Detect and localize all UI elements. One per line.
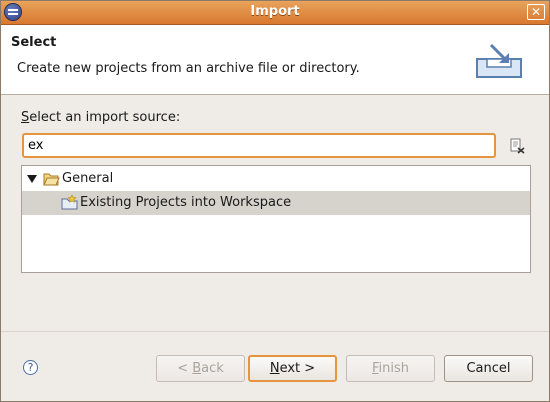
close-button[interactable]: ✕ bbox=[527, 4, 545, 20]
tree-item-label: Existing Projects into Workspace bbox=[80, 195, 292, 210]
footer-separator bbox=[1, 331, 549, 332]
clear-filter-icon[interactable] bbox=[509, 138, 525, 154]
tree-item-existing-projects[interactable]: Existing Projects into Workspace bbox=[22, 191, 530, 215]
folder-open-icon bbox=[43, 173, 60, 186]
import-source-tree[interactable]: General Existing Projects into Workspace bbox=[21, 165, 531, 273]
tree-item-label: General bbox=[62, 171, 114, 186]
page-description: Create new projects from an archive file… bbox=[17, 61, 360, 76]
next-button[interactable]: Next > bbox=[248, 355, 337, 382]
label-text: elect an import source: bbox=[29, 110, 181, 125]
cancel-button[interactable]: Cancel bbox=[444, 355, 533, 382]
finish-button[interactable]: Finish bbox=[346, 355, 435, 382]
import-wizard-icon bbox=[476, 43, 522, 78]
back-button[interactable]: < Back bbox=[156, 355, 245, 382]
filter-input[interactable] bbox=[22, 133, 496, 158]
collapse-toggle-icon[interactable] bbox=[27, 175, 37, 183]
help-icon[interactable]: ? bbox=[23, 360, 38, 375]
window-title: Import bbox=[250, 4, 300, 19]
wizard-header: Select Create new projects from an archi… bbox=[1, 25, 549, 95]
project-icon bbox=[61, 195, 78, 210]
tree-item-general[interactable]: General bbox=[22, 167, 530, 191]
page-title: Select bbox=[11, 35, 57, 50]
title-bar[interactable]: Import ✕ bbox=[1, 1, 549, 25]
import-dialog: Import ✕ Select Create new projects from… bbox=[0, 0, 550, 402]
import-source-label: Select an import source: bbox=[21, 110, 180, 125]
